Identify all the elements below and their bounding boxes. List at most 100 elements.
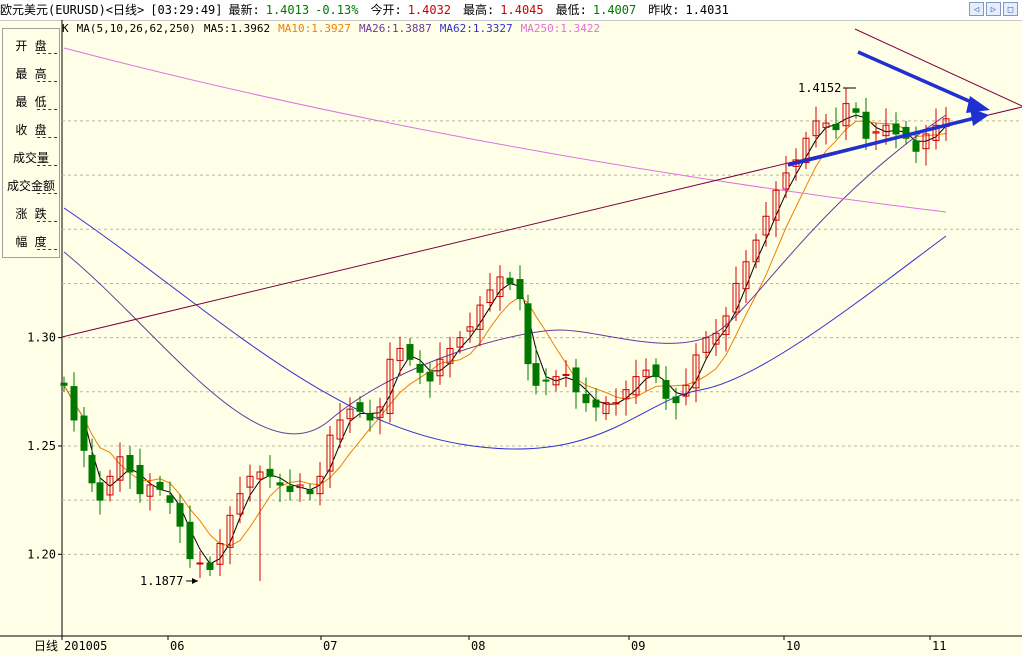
candle-down — [852, 108, 860, 113]
panel-close-value — [37, 137, 57, 138]
maximize-icon[interactable]: □ — [1003, 2, 1018, 16]
change-percent: -0.13% — [315, 3, 359, 17]
upper-arrowhead-icon — [966, 96, 990, 113]
prev-close-group: 昨收: 1.4031 — [648, 3, 735, 17]
candle-down — [416, 363, 424, 373]
x-tick-label: 09 — [631, 639, 645, 653]
quote-info-panel: 开 盘 最 高 最 低 收 盘 成交量 成交金额 涨 跌 幅 度 — [2, 28, 60, 258]
panel-range-label: 幅 度 — [15, 235, 47, 249]
candle-down — [126, 455, 134, 473]
ma10-line — [63, 120, 947, 547]
y-tick-label: 1.20 — [27, 547, 56, 561]
open-label: 今开: — [370, 3, 402, 17]
panel-low-label: 最 低 — [15, 95, 47, 109]
panel-volume-value — [37, 165, 57, 166]
candle-down — [892, 123, 900, 135]
candle-down — [276, 482, 284, 486]
panel-amount-value — [37, 193, 57, 194]
latest-price-group: 最新: 1.4013 -0.13% — [229, 3, 365, 17]
ma26-legend: MA26:1.3887 — [358, 22, 432, 35]
candle-down — [912, 140, 920, 152]
ma-k-label: K — [62, 22, 69, 35]
candle-down — [176, 503, 184, 527]
candle-down — [652, 364, 660, 378]
y-tick-label: 1.30 — [27, 331, 56, 345]
high-label: 最高: — [463, 3, 495, 17]
candle-down — [266, 468, 274, 477]
panel-volume-label: 成交量 — [12, 151, 49, 165]
quote-title-bar: 欧元美元(EURUSD)<日线> [03:29:49] 最新: 1.4013 -0.13… — [0, 0, 1022, 21]
high-value: 1.4045 — [500, 3, 544, 17]
quote-time: [03:29:49] — [150, 3, 223, 17]
next-icon[interactable]: ▷ — [986, 2, 1001, 16]
x-tick-label: 07 — [323, 639, 337, 653]
x-tick-label: 11 — [932, 639, 946, 653]
candle-down — [60, 382, 68, 386]
x-tick-label: 201005 — [64, 639, 107, 653]
y-tick-label: 1.25 — [27, 439, 56, 453]
candlestick-chart[interactable]: 1.20 1.25 1.30 日线 201005 06 07 08 09 10 11 1.4152 1.… — [0, 20, 1022, 656]
candle-down — [96, 482, 104, 501]
candle-down — [542, 379, 550, 382]
candle-down — [306, 489, 314, 495]
candle-down — [532, 363, 540, 386]
open-group: 今开: 1.4032 — [370, 3, 457, 17]
low-label: 最低: — [555, 3, 587, 17]
prev-icon[interactable]: ◁ — [969, 2, 984, 16]
candle-down — [366, 413, 374, 421]
open-value: 1.4032 — [407, 3, 452, 17]
x-tick-label: 06 — [170, 639, 184, 653]
instrument-name: 欧元美元(EURUSD)<日线> — [0, 3, 145, 17]
panel-change-label: 涨 跌 — [15, 207, 47, 221]
upper-arrow-line — [857, 50, 979, 107]
candle-down — [862, 111, 870, 139]
candle-down — [506, 277, 514, 284]
ma62-line — [63, 207, 947, 450]
panel-high-value — [37, 81, 57, 82]
candle-down — [524, 303, 532, 365]
prev-close-value: 1.4031 — [685, 3, 729, 17]
panel-open-value — [37, 53, 57, 54]
candle-down — [206, 562, 214, 570]
ma-legend: K MA(5,10,26,62,250) MA5:1.3962 MA10:1.3927… — [62, 22, 608, 36]
candle-down — [166, 495, 174, 503]
resistance-trendline — [854, 28, 1022, 107]
panel-open-label: 开 盘 — [15, 39, 47, 53]
low-annotation-arrow-icon — [192, 577, 198, 584]
candle-down — [582, 393, 590, 404]
x-tick-label: 10 — [786, 639, 800, 653]
candle-down — [406, 344, 414, 360]
candle-down — [516, 279, 524, 300]
ma62-legend: MA62:1.3327 — [439, 22, 513, 35]
candle-down — [136, 464, 144, 495]
prev-close-label: 昨收: — [648, 3, 680, 17]
panel-amount-label: 成交金额 — [6, 179, 55, 193]
ma10-legend: MA10:1.3927 — [278, 22, 351, 35]
high-price-annotation: 1.4152 — [798, 81, 841, 95]
panel-close-label: 收 盘 — [15, 123, 47, 137]
ma5-legend: MA5:1.3962 — [203, 22, 271, 35]
panel-low-value — [37, 109, 57, 110]
candle-down — [186, 521, 194, 560]
x-tick-label: 08 — [471, 639, 485, 653]
panel-high-label: 最 高 — [15, 67, 47, 81]
latest-label: 最新: — [228, 3, 260, 17]
low-value: 1.4007 — [592, 3, 637, 17]
panel-change-value — [37, 221, 57, 222]
candle-down — [156, 481, 164, 490]
high-group: 最高: 1.4045 — [463, 3, 550, 17]
candle-up — [562, 373, 570, 376]
ma250-line — [63, 47, 947, 213]
ma5-line — [63, 114, 947, 565]
candle-down — [592, 399, 600, 408]
candle-down — [88, 455, 96, 484]
window-buttons: ◁ ▷ □ — [969, 2, 1018, 16]
candle-up — [196, 562, 204, 565]
candle-down — [572, 367, 580, 393]
ma250-legend: MA250:1.3422 — [520, 22, 601, 35]
candle-down — [356, 402, 364, 412]
candle-down — [426, 371, 434, 382]
candle-down — [80, 415, 88, 451]
latest-value: 1.4013 — [265, 3, 310, 17]
ma-params: MA(5,10,26,62,250) — [76, 22, 196, 35]
